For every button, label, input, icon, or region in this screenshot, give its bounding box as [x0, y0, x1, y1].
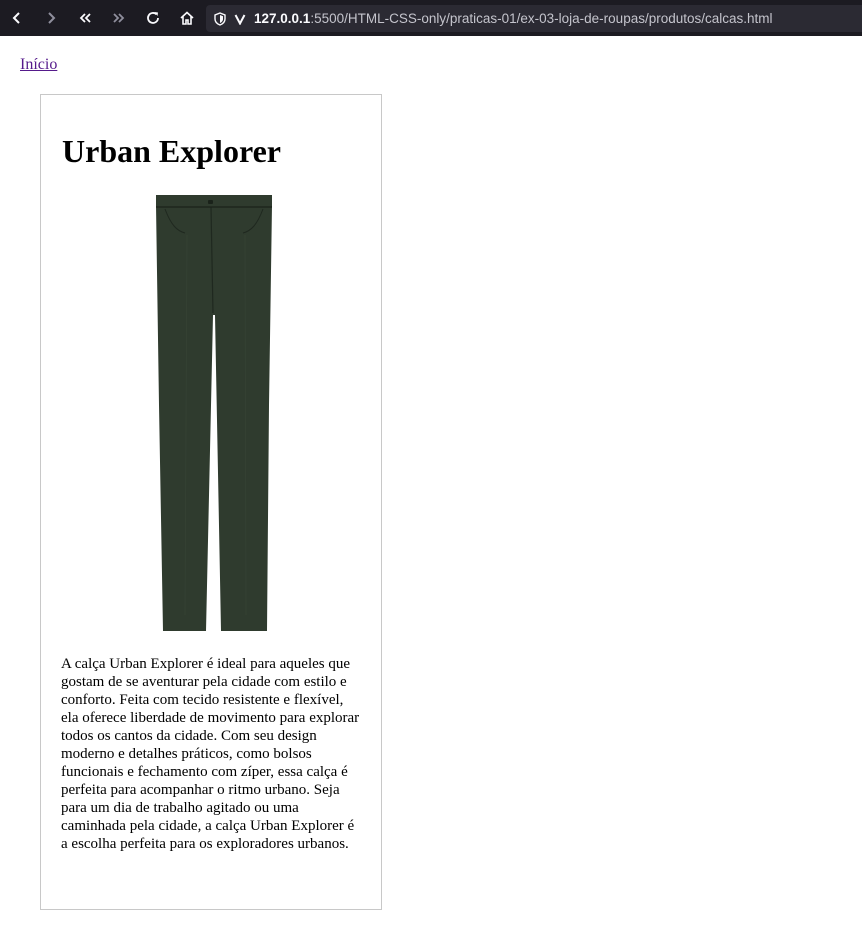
url-bar[interactable]: 127.0.0.1:5500/HTML-CSS-only/praticas-01…: [206, 5, 862, 32]
site-info-icon[interactable]: [234, 13, 246, 25]
home-link[interactable]: Início: [20, 56, 57, 74]
product-description: A calça Urban Explorer é ideal para aque…: [61, 656, 360, 852]
home-button[interactable]: [170, 0, 204, 36]
shield-icon: [214, 11, 226, 26]
forward-button[interactable]: [34, 0, 68, 36]
double-chevron-left-icon: [78, 12, 92, 24]
product-card: Urban Explorer A calça Urban Explorer é …: [40, 94, 382, 910]
browser-toolbar: 127.0.0.1:5500/HTML-CSS-only/praticas-01…: [0, 0, 862, 36]
rewind-button[interactable]: [68, 0, 102, 36]
reload-icon: [145, 10, 161, 26]
product-title: Urban Explorer: [62, 133, 281, 169]
product-image: [156, 195, 272, 631]
double-chevron-right-icon: [112, 12, 126, 24]
url-path: :5500/HTML-CSS-only/praticas-01/ex-03-lo…: [310, 11, 773, 26]
fast-forward-button[interactable]: [102, 0, 136, 36]
chevron-left-icon: [11, 11, 23, 25]
url-host: 127.0.0.1: [254, 11, 311, 26]
home-icon: [179, 10, 195, 26]
reload-button[interactable]: [136, 0, 170, 36]
back-button[interactable]: [0, 0, 34, 36]
chevron-right-icon: [45, 11, 57, 25]
